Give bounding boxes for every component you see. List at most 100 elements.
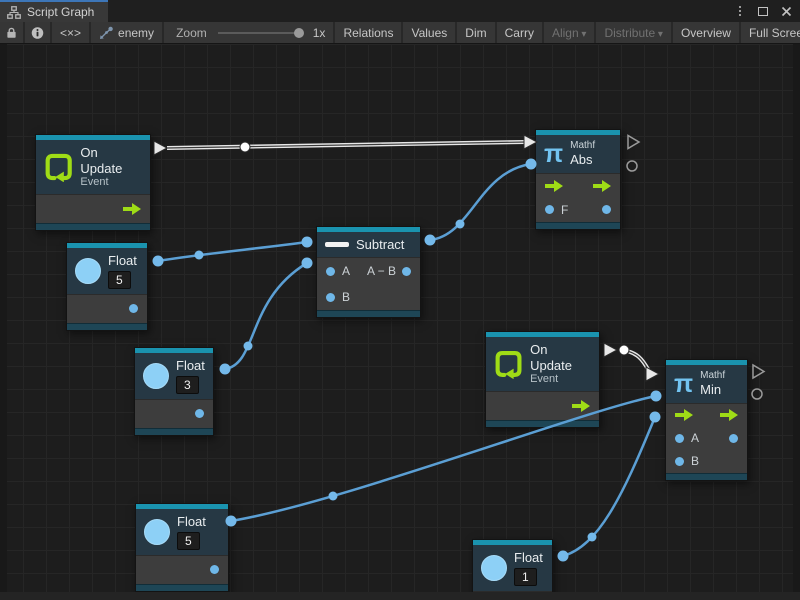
node-header: π Mathf Min <box>666 365 747 403</box>
tab-title: Script Graph <box>27 5 94 19</box>
canvas-edge-bottom <box>0 592 800 600</box>
maximize-icon <box>758 7 768 16</box>
node-footer <box>36 223 150 230</box>
zoom-slider-handle[interactable] <box>294 28 304 38</box>
node-mathf-min[interactable]: π Mathf Min A B <box>665 359 748 481</box>
subtract-icon <box>325 242 349 247</box>
output-port[interactable] <box>729 434 738 443</box>
graph-name: enemy <box>118 26 154 40</box>
button-label: Distribute <box>604 26 663 40</box>
float-value-field[interactable]: 1 <box>514 568 537 586</box>
input-port-a[interactable] <box>326 267 335 276</box>
node-float-3[interactable]: Float 3 <box>134 347 214 436</box>
dim-button[interactable]: Dim <box>457 22 494 43</box>
input-port-b[interactable] <box>326 293 335 302</box>
window-controls <box>732 0 800 22</box>
on-update-loop-icon <box>494 349 523 379</box>
output-port[interactable] <box>602 205 611 214</box>
node-on-update-2[interactable]: On Update Event <box>485 331 600 428</box>
node-subtitle: Event <box>530 373 558 386</box>
input-port-b[interactable] <box>675 457 684 466</box>
maximize-button[interactable] <box>755 3 771 19</box>
output-port[interactable] <box>402 267 411 276</box>
flow-output-port[interactable] <box>572 400 590 412</box>
graph-hierarchy-icon <box>7 6 21 19</box>
node-header: Subtract <box>317 232 420 257</box>
button-label: Relations <box>343 26 393 40</box>
relations-button[interactable]: Relations <box>335 22 401 43</box>
zoom-label: Zoom <box>176 26 207 40</box>
port-label-b: B <box>691 454 699 468</box>
float-icon <box>481 555 507 581</box>
node-mathf-abs[interactable]: π Mathf Abs F <box>535 129 621 230</box>
float-icon <box>75 258 101 284</box>
graph-canvas[interactable]: On Update Event Float 5 <box>0 44 800 600</box>
float-value-field[interactable]: 5 <box>177 532 200 550</box>
node-float-1[interactable]: Float 1 <box>472 539 553 600</box>
value-output-port[interactable] <box>129 304 138 313</box>
port-label-a: A <box>342 264 350 278</box>
info-icon <box>31 26 44 40</box>
float-value-field[interactable]: 3 <box>176 376 199 394</box>
float-icon <box>143 363 169 389</box>
node-title: Abs <box>570 152 592 168</box>
button-label: Dim <box>465 26 486 40</box>
node-footer <box>486 420 599 427</box>
graph-breadcrumb[interactable]: enemy <box>91 22 162 43</box>
port-label-out: A − B <box>367 264 396 278</box>
node-header: Float 1 <box>473 545 552 591</box>
flow-output-port[interactable] <box>593 180 611 192</box>
node-footer <box>666 473 747 480</box>
button-label: Full Screen <box>749 26 800 40</box>
align-dropdown[interactable]: Align <box>544 22 595 43</box>
unity-script-graph-window: { "window": { "title": "Script Graph" },… <box>0 0 800 600</box>
mathf-pi-icon: π <box>544 141 563 167</box>
node-title: On Update <box>80 145 142 176</box>
node-title: Float <box>108 253 137 269</box>
flow-input-port[interactable] <box>675 409 693 421</box>
node-subtract[interactable]: Subtract A A − B B <box>316 226 421 318</box>
zoom-slider[interactable] <box>218 32 302 34</box>
input-port-a[interactable] <box>675 434 684 443</box>
button-label: Align <box>552 26 587 40</box>
float-value-field[interactable]: 5 <box>108 271 131 289</box>
node-title: On Update <box>530 342 591 373</box>
node-header: π Mathf Abs <box>536 135 620 173</box>
node-float-5-lower[interactable]: Float 5 <box>135 503 229 592</box>
tab-script-graph[interactable]: Script Graph <box>0 0 108 22</box>
button-label: Values <box>411 26 447 40</box>
node-float-5-upper[interactable]: Float 5 <box>66 242 148 331</box>
distribute-dropdown[interactable]: Distribute <box>596 22 671 43</box>
carry-button[interactable]: Carry <box>497 22 542 43</box>
node-subtitle: Event <box>80 176 108 189</box>
port-label-a: A <box>691 431 699 445</box>
close-icon <box>781 6 792 17</box>
input-port-f[interactable] <box>545 205 554 214</box>
node-category: Mathf <box>570 140 595 152</box>
port-label-b: B <box>342 290 350 304</box>
node-title: Float <box>514 550 543 566</box>
flow-output-port[interactable] <box>720 409 738 421</box>
lock-button[interactable] <box>0 22 23 43</box>
values-button[interactable]: Values <box>403 22 455 43</box>
code-view-button[interactable]: <×> <box>52 22 89 43</box>
flow-input-port[interactable] <box>545 180 563 192</box>
button-label: Overview <box>681 26 731 40</box>
info-button[interactable] <box>25 22 50 43</box>
node-title: Min <box>700 382 721 398</box>
value-output-port[interactable] <box>195 409 204 418</box>
overview-button[interactable]: Overview <box>673 22 739 43</box>
mathf-pi-icon: π <box>674 371 693 397</box>
kebab-menu-icon <box>739 6 741 16</box>
node-footer <box>536 222 620 229</box>
value-output-port[interactable] <box>210 565 219 574</box>
fullscreen-button[interactable]: Full Screen <box>741 22 800 43</box>
zoom-control: Zoom 1x <box>164 22 333 43</box>
close-button[interactable] <box>778 3 794 19</box>
window-menu-button[interactable] <box>732 3 748 19</box>
node-on-update-1[interactable]: On Update Event <box>35 134 151 231</box>
node-category: Mathf <box>700 370 725 382</box>
node-title: Float <box>177 514 206 530</box>
lock-icon <box>6 26 17 39</box>
flow-output-port[interactable] <box>123 203 141 215</box>
